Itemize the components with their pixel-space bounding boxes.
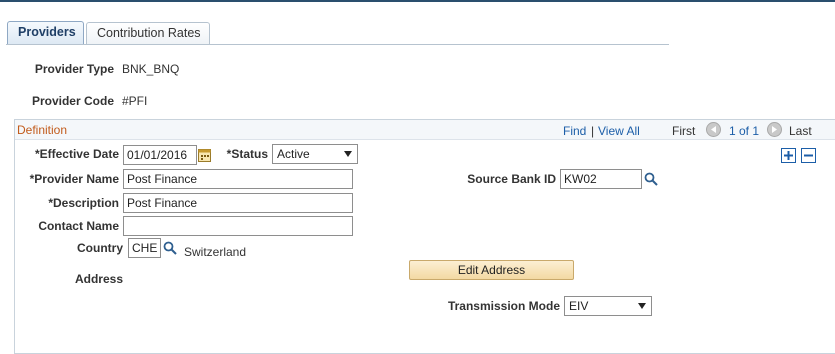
source-bank-lookup-button[interactable] <box>644 172 658 186</box>
tab-providers-label: Providers <box>18 25 76 39</box>
arrow-right-icon <box>772 126 777 133</box>
source-bank-id-label: Source Bank ID <box>467 172 556 186</box>
transmission-mode-label: Transmission Mode <box>447 299 560 313</box>
status-label: *Status <box>226 147 268 161</box>
transmission-mode-select[interactable]: EIV <box>564 296 652 316</box>
country-label: Country <box>77 241 123 255</box>
edit-address-button[interactable]: Edit Address <box>409 260 574 280</box>
arrow-left-icon <box>711 126 716 133</box>
previous-button[interactable] <box>706 122 721 137</box>
find-link[interactable]: Find <box>563 124 586 138</box>
calendar-icon <box>198 149 211 162</box>
plus-icon <box>784 151 793 160</box>
first-label: First <box>672 124 696 138</box>
page-indicator: 1 of 1 <box>729 124 760 138</box>
next-button[interactable] <box>767 122 782 137</box>
delete-row-button[interactable] <box>801 148 816 163</box>
provider-name-label: *Provider Name <box>29 172 119 186</box>
description-label: *Description <box>48 196 119 210</box>
search-icon <box>163 241 177 255</box>
top-border <box>0 0 835 2</box>
definition-title: Definition <box>17 123 68 137</box>
last-label: Last <box>789 124 812 138</box>
tab-contribution-rates[interactable]: Contribution Rates <box>86 22 210 45</box>
tab-contribution-rates-label: Contribution Rates <box>97 26 201 40</box>
country-lookup-button[interactable] <box>163 241 177 255</box>
tab-providers[interactable]: Providers <box>7 21 84 45</box>
contact-name-label: Contact Name <box>38 219 119 233</box>
country-description: Switzerland <box>184 245 247 259</box>
provider-type-value: BNK_BNQ <box>122 62 180 76</box>
calendar-button[interactable] <box>198 148 211 162</box>
chevron-down-icon <box>638 303 646 309</box>
address-label: Address <box>74 272 123 286</box>
effective-date-label: *Effective Date <box>34 147 119 161</box>
transmission-mode-value: EIV <box>569 299 589 313</box>
edit-address-label: Edit Address <box>457 263 526 277</box>
chevron-down-icon <box>344 151 352 157</box>
provider-name-input[interactable] <box>123 169 353 189</box>
source-bank-id-input[interactable] <box>560 169 642 189</box>
view-all-link[interactable]: View All <box>598 124 640 138</box>
nav-separator: | <box>591 124 595 138</box>
status-select[interactable]: Active <box>272 144 358 164</box>
effective-date-input[interactable] <box>123 145 197 165</box>
contact-name-input[interactable] <box>123 216 353 236</box>
provider-code-label: Provider Code <box>31 94 114 108</box>
search-icon <box>644 172 658 186</box>
add-row-button[interactable] <box>781 148 796 163</box>
tab-underline <box>6 44 669 45</box>
minus-icon <box>804 154 813 157</box>
status-select-value: Active <box>277 147 310 161</box>
provider-code-value: #PFI <box>122 94 148 108</box>
description-input[interactable] <box>123 193 353 213</box>
country-input[interactable] <box>128 238 161 258</box>
provider-type-label: Provider Type <box>34 62 114 76</box>
